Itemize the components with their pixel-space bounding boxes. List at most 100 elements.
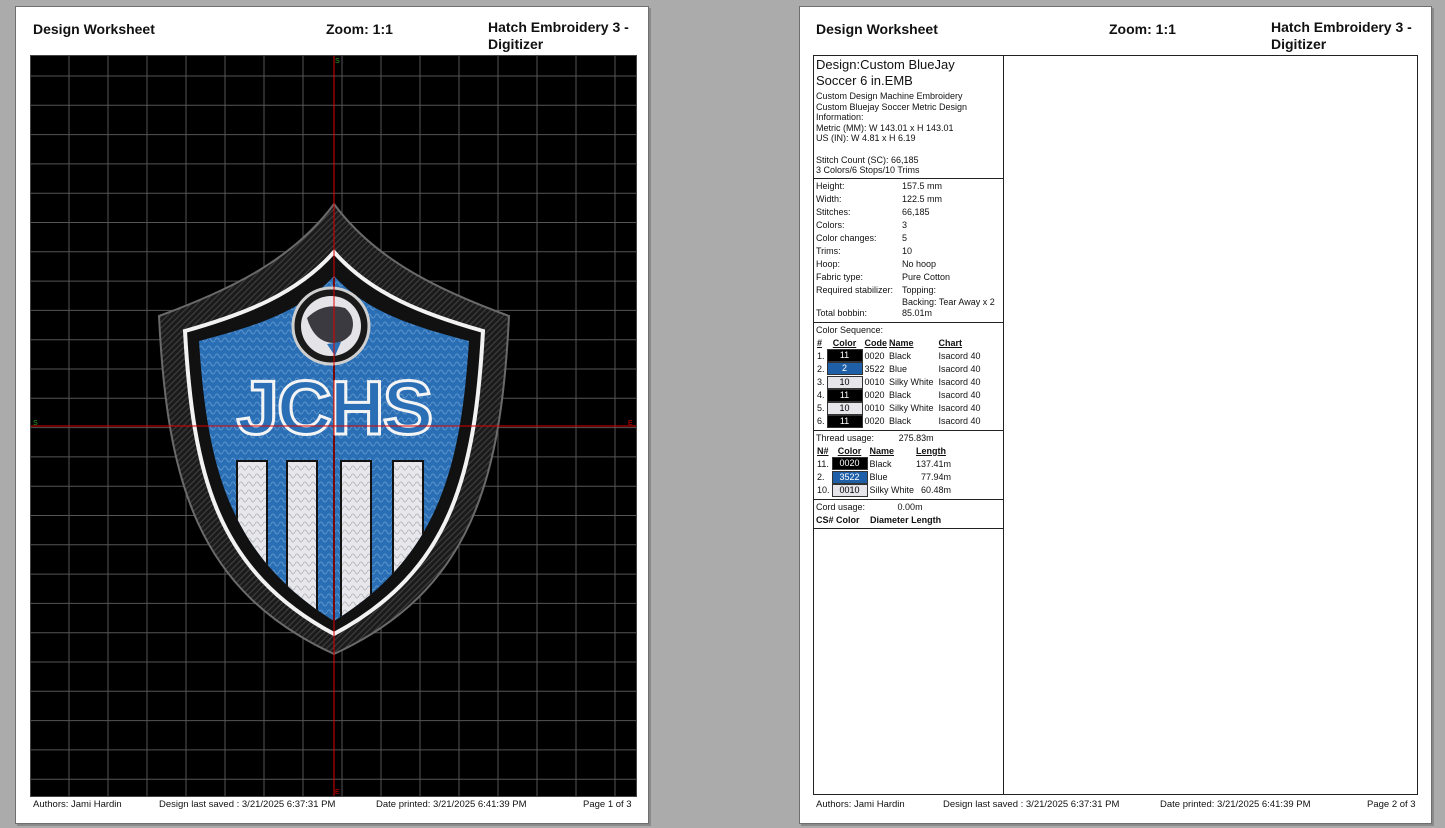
thread-usage: Thread usage: 275.83m N# Color Name Leng… <box>814 431 1003 500</box>
axis-label-left: S <box>33 420 38 427</box>
color-swatch: 10 <box>826 375 863 389</box>
worksheet-page-2: Design Worksheet Zoom: 1:1 Hatch Embroid… <box>799 6 1432 824</box>
col-header-length: Length <box>916 445 947 456</box>
design-canvas[interactable]: JCHS S S E E <box>30 55 637 797</box>
thread-name: Silky White <box>869 484 915 495</box>
thread-code: 0020 <box>864 350 885 361</box>
col-header-code: Code <box>864 337 888 348</box>
thread-code: 0020 <box>864 389 885 400</box>
axis-label-bottom: E <box>335 789 340 796</box>
color-swatch: 11 <box>826 349 863 363</box>
color-sequence-title: Color Sequence: <box>816 324 884 335</box>
property-row: Fabric type: Pure Cotton <box>816 271 1001 284</box>
color-sequence-row: 6. 11 0020 Black Isacord 40 <box>816 414 982 428</box>
thread-usage-label: Thread usage: <box>816 432 875 443</box>
property-value: Topping: <box>902 284 937 295</box>
worksheet-title: Design Worksheet <box>33 21 155 37</box>
property-row: Backing: Tear Away x 2 <box>816 297 1001 307</box>
footer-printed: Date printed: 3/21/2025 6:41:39 PM <box>1160 799 1311 810</box>
info-line: Information: <box>816 112 864 123</box>
thread-number: 11. <box>817 458 829 469</box>
app-name-line1: Hatch Embroidery 3 - <box>1271 19 1412 35</box>
thread-usage-row: 11. 0020 Black 137.41m <box>816 457 952 471</box>
thread-usage-header: N# Color Name Length <box>816 445 952 457</box>
property-value: 122.5 mm <box>902 193 943 204</box>
thread-chart: Isacord 40 <box>938 389 981 400</box>
property-key: Stitches: <box>816 206 851 217</box>
thread-number: 10. <box>817 484 830 495</box>
footer-printed: Date printed: 3/21/2025 6:41:39 PM <box>376 799 527 810</box>
thread-name: Silky White <box>889 403 934 414</box>
color-swatch-cell: 11 <box>826 414 864 428</box>
property-key <box>816 297 902 307</box>
property-value: 157.5 mm <box>902 180 943 191</box>
footer-saved: Design last saved : 3/21/2025 6:37:31 PM <box>943 799 1120 810</box>
col-header-color: Color <box>837 445 862 456</box>
property-row: Required stabilizer: Topping: <box>816 284 1001 297</box>
color-sequence-row: 3. 10 0010 Silky White Isacord 40 <box>816 375 982 389</box>
thread-name: Black <box>869 458 892 469</box>
design-info-panel: Design:Custom BlueJay Soccer 6 in.EMB Cu… <box>813 55 1418 795</box>
footer-authors: Authors: Jami Hardin <box>33 799 122 810</box>
property-key: Height: <box>816 180 845 191</box>
col-header-diameter: Diameter <box>870 514 909 525</box>
cord-usage-total: 0.00m <box>897 501 923 512</box>
thread-name: Blue <box>869 471 888 482</box>
thread-usage-row: 2. 3522 Blue 77.94m <box>816 470 952 484</box>
info-line: 3 Colors/6 Stops/10 Trims <box>816 165 920 176</box>
cord-usage: Cord usage: 0.00m CS# Color Diameter Len… <box>814 500 1003 529</box>
info-line: Custom Bluejay Soccer Metric Design <box>816 101 968 112</box>
zoom-label: Zoom: 1:1 <box>1109 21 1176 37</box>
cord-usage-summary: Cord usage: 0.00m <box>816 501 1001 514</box>
color-sequence-row: 2. 2 3522 Blue Isacord 40 <box>816 362 982 376</box>
thread-usage-table: N# Color Name Length 11. 0020 Black 137.41m… <box>816 445 952 497</box>
thread-name: Blue <box>889 363 908 374</box>
stop-number: 4. <box>817 389 825 400</box>
thread-chart: Isacord 40 <box>938 403 981 414</box>
stop-number: 5. <box>817 403 825 414</box>
app-name-line1: Hatch Embroidery 3 - <box>488 19 629 35</box>
stop-number: 6. <box>817 416 825 427</box>
property-key: Color changes: <box>816 232 877 243</box>
thread-chart: Isacord 40 <box>938 363 981 374</box>
property-value: Pure Cotton <box>902 271 951 282</box>
property-key: Trims: <box>816 245 841 256</box>
property-key: Hoop: <box>816 258 841 269</box>
property-row: Total bobbin: 85.01m <box>816 307 1001 320</box>
thread-name: Black <box>889 416 912 427</box>
footer-saved: Design last saved : 3/21/2025 6:37:31 PM <box>159 799 336 810</box>
property-key: Total bobbin: <box>816 307 868 318</box>
color-swatch: 11 <box>826 414 863 428</box>
axis-label-right: E <box>628 420 633 427</box>
property-row: Hoop: No hoop <box>816 258 1001 271</box>
color-swatch-cell: 11 <box>826 349 864 363</box>
thread-name: Silky White <box>889 376 934 387</box>
property-key: Width: <box>816 193 842 204</box>
color-swatch-cell: 11 <box>826 388 864 402</box>
property-key: Colors: <box>816 219 845 230</box>
info-line: Metric (MM): W 143.01 x H 143.01 <box>816 122 954 133</box>
color-sequence-row: 5. 10 0010 Silky White Isacord 40 <box>816 401 982 415</box>
color-sequence-header: # Color Code Name Chart <box>816 337 982 349</box>
cord-usage-header: CS# Color Diameter Length <box>816 514 1001 526</box>
thread-swatch: 0010 <box>831 483 868 497</box>
thread-usage-total: 275.83m <box>898 432 934 443</box>
col-header-name: Name <box>889 337 914 348</box>
color-swatch: 11 <box>826 388 863 402</box>
col-header-num: N# <box>817 445 829 456</box>
thread-swatch-cell: 0020 <box>831 457 869 471</box>
property-key: Fabric type: <box>816 271 864 282</box>
footer-page: Page 1 of 3 <box>583 799 632 810</box>
thread-length: 77.94m <box>921 471 952 482</box>
color-swatch-cell: 10 <box>826 401 864 415</box>
thread-code: 0010 <box>864 376 885 387</box>
design-properties: Height: 157.5 mm Width: 122.5 mm Stitches: 66… <box>814 179 1003 323</box>
color-swatch-cell: 2 <box>826 362 864 376</box>
thread-usage-summary: Thread usage: 275.83m <box>816 432 1001 445</box>
thread-swatch: 3522 <box>831 470 868 484</box>
property-row: Colors: 3 <box>816 219 1001 232</box>
color-swatch-cell: 10 <box>826 375 864 389</box>
thread-swatch-cell: 0010 <box>831 483 869 497</box>
thread-length: 60.48m <box>921 484 952 495</box>
col-header-color: Color <box>832 337 857 348</box>
